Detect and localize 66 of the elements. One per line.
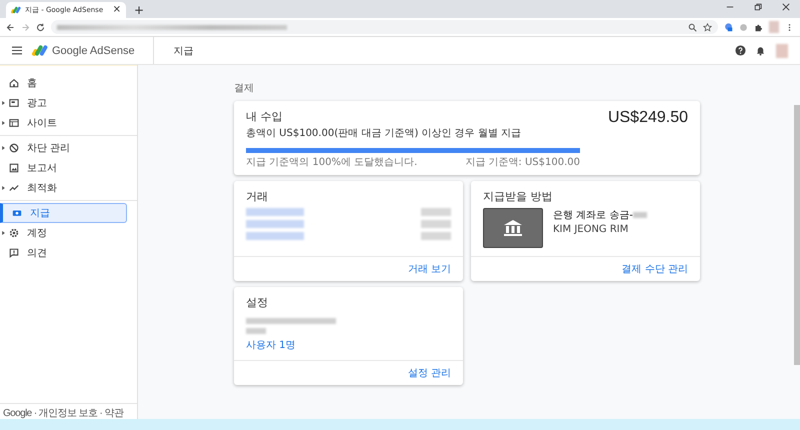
footer-links[interactable]: Google · 개인정보 보호 · 약관 <box>3 408 124 419</box>
ad-icon <box>9 98 19 108</box>
redacted-date <box>246 232 304 240</box>
earnings-amount: US$249.50 <box>608 109 688 128</box>
card-title: 지급받을 방법 <box>483 189 554 204</box>
home-icon <box>9 78 19 88</box>
payment-icon <box>12 208 22 218</box>
sidebar-item[interactable]: 보고서 <box>0 158 127 178</box>
card-title: 거래 <box>246 189 269 204</box>
product-name: Google AdSense <box>52 44 135 56</box>
restore-icon[interactable] <box>754 2 762 10</box>
redacted-text <box>246 328 266 334</box>
expand-caret-icon[interactable] <box>2 121 5 125</box>
help-icon[interactable] <box>735 45 746 56</box>
progress-caption: 지급 기준액의 100%에 도달했습니다. <box>246 156 418 169</box>
bank-icon <box>503 219 523 237</box>
expand-caret-icon[interactable] <box>2 186 5 190</box>
manage-payment-methods-link[interactable]: 결제 수단 관리 <box>622 262 688 276</box>
adsense-logo-icon <box>11 6 21 14</box>
sidebar-item[interactable]: 최적화 <box>0 178 127 198</box>
sidebar-item[interactable]: 홈 <box>0 73 127 93</box>
close-icon[interactable] <box>782 2 790 10</box>
expand-caret-icon[interactable] <box>2 231 5 235</box>
report-icon <box>9 163 19 173</box>
sidebar-item[interactable]: 사이트 <box>0 113 127 133</box>
redacted-date <box>246 220 304 228</box>
extension-icon[interactable] <box>724 22 733 32</box>
redacted-amount <box>421 208 451 216</box>
account-name: 은행 계좌로 송금- <box>553 209 633 222</box>
trending-up-icon <box>9 183 19 193</box>
earnings-description: 총액이 US$100.00(판매 대금 기준액) 이상인 경우 월별 지급 <box>246 127 522 140</box>
feedback-icon <box>9 248 19 258</box>
users-link[interactable]: 사용자 1명 <box>246 338 451 352</box>
sidebar-item[interactable]: 계정 <box>0 223 127 243</box>
close-tab-button[interactable]: × <box>112 5 121 15</box>
redacted-date <box>246 208 304 216</box>
menu-icon[interactable] <box>12 46 22 55</box>
redacted-amount <box>421 220 451 228</box>
page-title: 지급 <box>174 44 194 58</box>
expand-caret-icon[interactable] <box>2 101 5 105</box>
threshold-caption: 지급 기준액: US$100.00 <box>465 156 580 169</box>
breadcrumb: 결제 <box>234 82 255 95</box>
expand-caret-icon[interactable] <box>2 146 5 150</box>
sidebar-item[interactable]: 의견 <box>0 243 127 263</box>
star-icon[interactable] <box>703 22 712 32</box>
notifications-icon[interactable] <box>755 45 766 56</box>
redacted-amount <box>421 232 451 240</box>
sidebar-item[interactable]: 지급 <box>0 203 127 223</box>
account-holder: KIM JEONG RIM <box>553 224 630 235</box>
sidebar-item[interactable]: 광고 <box>0 93 127 113</box>
manage-settings-link[interactable]: 설정 관리 <box>408 366 451 380</box>
card-title: 내 수입 <box>246 109 284 124</box>
back-icon[interactable] <box>6 22 15 32</box>
adsense-logo-icon[interactable] <box>32 44 48 57</box>
sidebar-item[interactable]: 차단 관리 <box>0 138 127 158</box>
puzzle-icon[interactable] <box>754 22 763 32</box>
web-page-icon <box>9 118 19 128</box>
zoom-icon[interactable] <box>688 22 697 32</box>
scrollbar[interactable] <box>794 105 800 365</box>
gear-icon <box>9 228 19 238</box>
redacted-account-number <box>632 212 647 218</box>
view-transactions-link[interactable]: 거래 보기 <box>408 262 451 276</box>
reload-icon[interactable] <box>36 22 45 32</box>
card-title: 설정 <box>246 295 269 310</box>
new-tab-button[interactable]: + <box>134 4 144 16</box>
block-icon <box>9 143 19 153</box>
